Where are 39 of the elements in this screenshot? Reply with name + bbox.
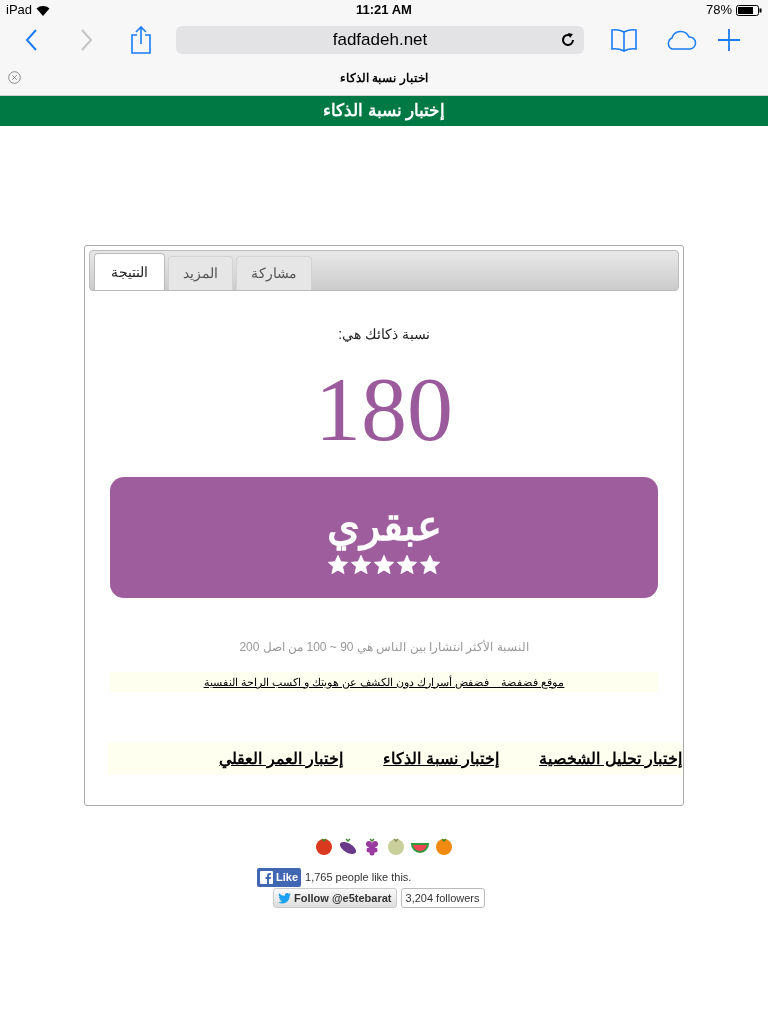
- bird-icon: [278, 892, 291, 904]
- like-count: 1,765 people like this.: [305, 870, 412, 886]
- tomato-icon: [314, 836, 334, 856]
- device-name: iPad: [6, 1, 33, 20]
- star-icon: [350, 553, 372, 576]
- tab[interactable]: النتيجة: [94, 253, 165, 290]
- test-link[interactable]: إختبار العمر العقلي: [219, 747, 344, 771]
- follow-button[interactable]: Follow @e5tebarat: [273, 888, 397, 908]
- like-button[interactable]: Like: [257, 868, 301, 887]
- address-bar[interactable]: fadfadeh.net: [176, 26, 584, 54]
- test-link[interactable]: إختبار تحليل الشخصية: [539, 747, 682, 771]
- test-link[interactable]: إختبار نسبة الذكاء: [383, 747, 500, 771]
- battery-icon: [736, 4, 762, 16]
- add-tab-icon[interactable]: [718, 29, 740, 51]
- verdict-text: عبقري: [326, 500, 442, 552]
- star-icon: [373, 553, 395, 576]
- page-banner: إختبار نسبة الذكاء: [0, 96, 768, 126]
- clock: 11:21 AM: [356, 1, 412, 20]
- battery-percent: 78%: [705, 1, 732, 20]
- note-text: النسبة الأكثر انتشارا بين الناس هي 90 ~ 100 من اصل 200: [239, 638, 529, 656]
- bookmarks-icon[interactable]: [610, 28, 638, 52]
- wifi-icon: [36, 4, 51, 16]
- tab[interactable]: المزيد: [168, 256, 233, 290]
- citrus-fruit-icon: [434, 836, 454, 856]
- reload-icon[interactable]: [560, 32, 576, 48]
- eggplant-icon: [338, 836, 358, 856]
- close-icon[interactable]: [8, 71, 21, 84]
- score-intro: نسبة ذكائك هي:: [338, 325, 430, 344]
- star-icon: [327, 553, 349, 576]
- share-icon[interactable]: [130, 26, 152, 54]
- star-icon: [419, 553, 441, 576]
- melon-icon: [386, 836, 406, 856]
- star-icon: [396, 553, 418, 576]
- facebook-icon: [260, 871, 273, 884]
- tab[interactable]: مشاركة: [236, 256, 312, 290]
- tab-title[interactable]: اختبار نسبة الذكاء: [340, 68, 428, 87]
- follower-count: 3,204 followers: [400, 888, 485, 908]
- back-icon[interactable]: [24, 28, 40, 52]
- score-value: 180: [315, 359, 453, 459]
